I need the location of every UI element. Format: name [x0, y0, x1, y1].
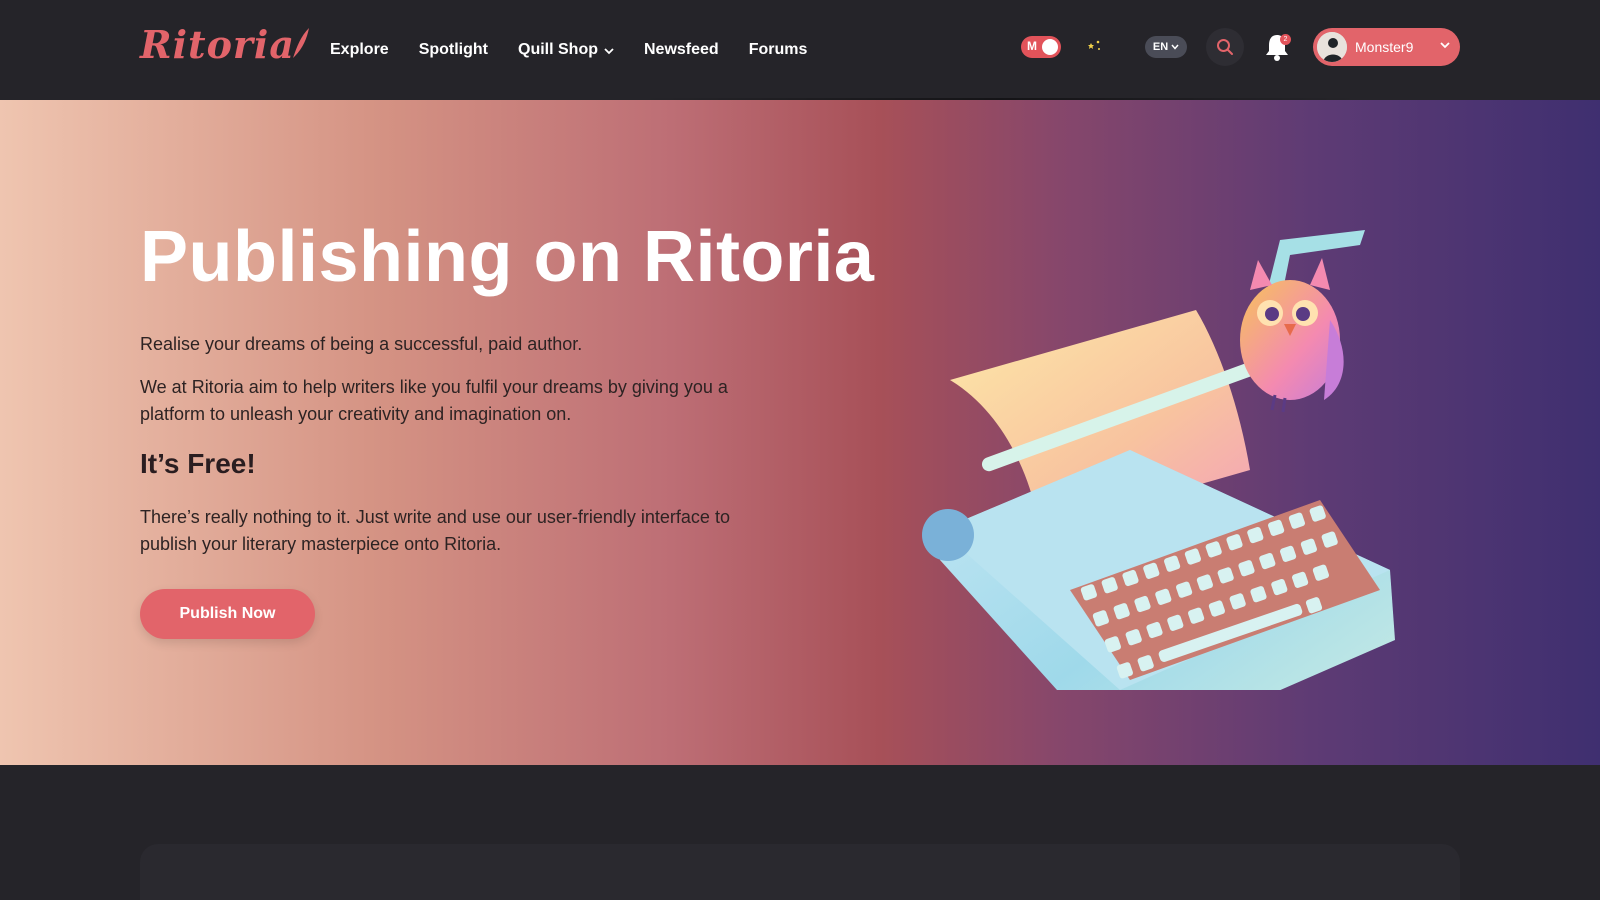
hero-section: Publishing on Ritoria Realise your dream…	[0, 100, 1600, 765]
chevron-down-icon	[1171, 44, 1179, 50]
typewriter-owl-illustration	[922, 230, 1395, 690]
nav-newsfeed[interactable]: Newsfeed	[644, 38, 719, 62]
mature-mode-toggle[interactable]: M	[1021, 36, 1061, 58]
nav-explore[interactable]: Explore	[330, 38, 389, 62]
ritoria-logo[interactable]: Ritoria	[140, 22, 309, 67]
notification-badge: 2	[1280, 34, 1291, 45]
main-nav: Explore Spotlight Quill Shop Newsfeed Fo…	[330, 38, 807, 62]
nav-spotlight[interactable]: Spotlight	[419, 38, 488, 62]
toggle-knob	[1042, 39, 1058, 55]
page-title: Publishing on Ritoria	[140, 217, 875, 297]
chevron-down-icon	[604, 48, 614, 55]
nav-quill-shop-label: Quill Shop	[518, 41, 598, 58]
hero-description-text: We at Ritoria aim to help writers like y…	[140, 377, 728, 424]
language-select[interactable]: EN	[1145, 36, 1187, 58]
avatar	[1317, 32, 1347, 62]
language-label: EN	[1152, 41, 1169, 53]
search-button[interactable]	[1206, 28, 1244, 66]
user-menu[interactable]: Monster9	[1313, 28, 1460, 66]
nav-newsfeed-label: Newsfeed	[644, 41, 719, 58]
nav-quill-shop[interactable]: Quill Shop	[518, 38, 614, 62]
chevron-down-icon	[1440, 42, 1450, 49]
logo-text: Ritoria	[140, 22, 295, 67]
hero-free-text: There’s really nothing to it. Just write…	[140, 507, 730, 554]
theme-toggle[interactable]	[1084, 34, 1124, 58]
nav-explore-label: Explore	[330, 41, 389, 58]
hero-subheading: It’s Free!	[140, 448, 256, 479]
mode-toggle-letter: M	[1027, 39, 1037, 53]
quill-icon	[293, 28, 309, 58]
owl-mascot	[1240, 258, 1344, 413]
notifications-button[interactable]: 2	[1264, 32, 1292, 62]
hero-intro-text: Realise your dreams of being a successfu…	[140, 334, 583, 354]
content-card	[140, 844, 1460, 900]
username: Monster9	[1355, 39, 1414, 55]
nav-forums[interactable]: Forums	[749, 38, 808, 62]
nav-spotlight-label: Spotlight	[418, 41, 488, 58]
moon-icon	[1110, 38, 1118, 54]
search-icon	[1217, 39, 1233, 55]
publish-now-button[interactable]: Publish Now	[140, 589, 315, 639]
user-avatar-image	[1317, 32, 1347, 62]
nav-forums-label: Forums	[748, 41, 808, 58]
top-navigation-bar: Ritoria Explore Spotlight Quill Shop New…	[0, 0, 1600, 100]
